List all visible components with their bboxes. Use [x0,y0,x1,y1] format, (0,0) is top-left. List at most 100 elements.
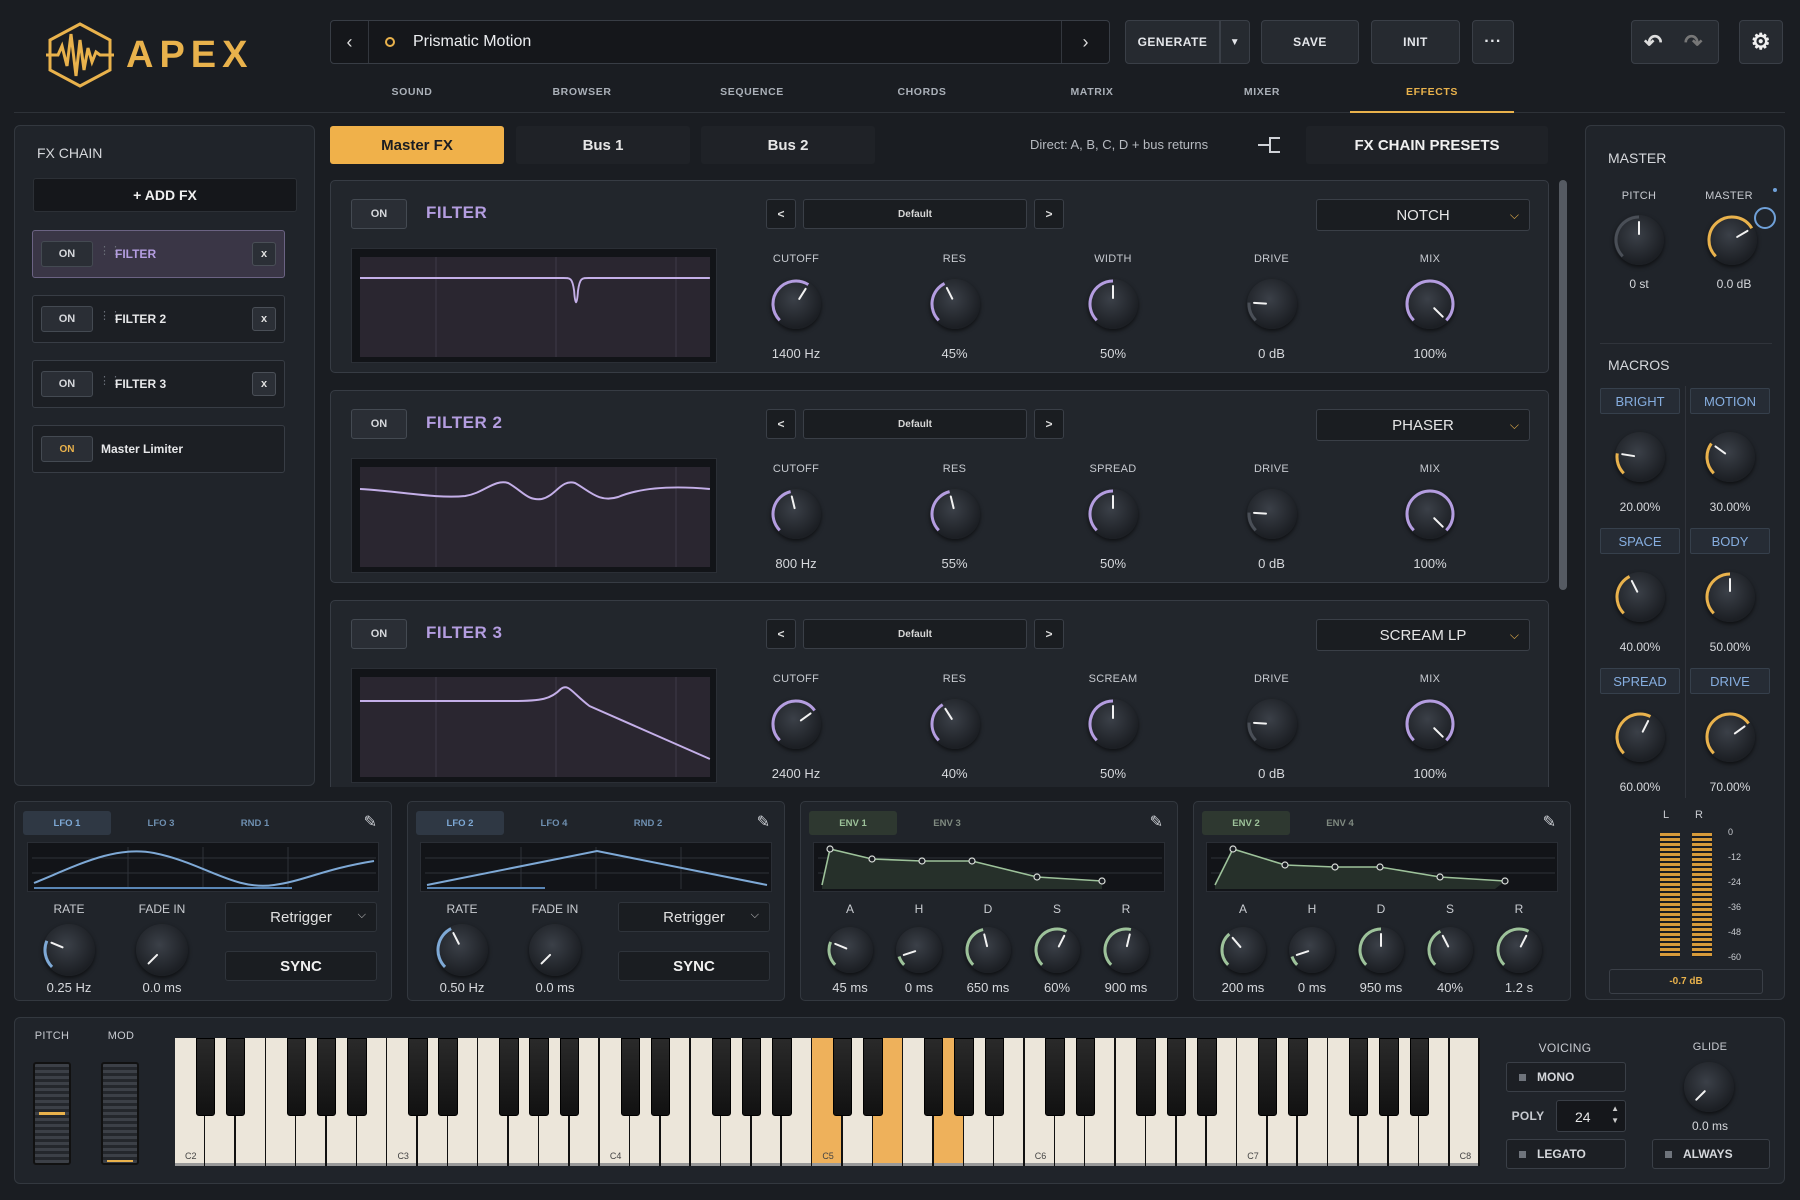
tab-mixer[interactable]: MIXER [1202,86,1322,98]
param-knob-res[interactable] [929,489,980,539]
macro-label-spread[interactable]: SPREAD [1600,668,1680,694]
next-fx-preset-button[interactable]: > [1034,199,1064,229]
remove-fx-button[interactable]: x [252,372,276,396]
envelope-knob-r[interactable] [1496,927,1542,973]
envelope-knob-s[interactable] [1034,927,1080,973]
param-knob-width[interactable] [1088,279,1138,329]
macro-label-bright[interactable]: BRIGHT [1600,388,1680,414]
piano-black-key[interactable] [559,1038,580,1116]
legato-toggle[interactable]: LEGATO [1506,1139,1626,1169]
tab-sound[interactable]: SOUND [352,86,472,98]
save-button[interactable]: SAVE [1261,20,1359,64]
piano-black-key[interactable] [1288,1038,1308,1116]
lfo-tab[interactable]: LFO 4 [510,811,598,835]
piano-black-key[interactable] [1197,1038,1217,1116]
macro-label-body[interactable]: BODY [1690,528,1770,554]
macro-knob-bright[interactable] [1615,432,1665,482]
next-preset-button[interactable]: › [1061,21,1109,63]
pitch-wheel[interactable] [33,1062,71,1165]
param-knob-scream[interactable] [1088,699,1138,749]
next-fx-preset-button[interactable]: > [1034,409,1064,439]
envelope-knob-a[interactable] [1220,927,1266,973]
section-on-toggle[interactable]: ON [351,409,407,439]
lfo-fade-knob[interactable] [136,924,188,976]
envelope-knob-d[interactable] [1358,927,1404,973]
prev-fx-preset-button[interactable]: < [766,619,796,649]
generate-button[interactable]: GENERATE [1125,20,1220,64]
piano-black-key[interactable] [1348,1038,1369,1116]
envelope-knob-r[interactable] [1103,927,1149,973]
retrigger-select[interactable]: Retrigger ⌵ [225,902,377,932]
stepper-icon[interactable]: ▲ ▼ [1611,1103,1619,1127]
piano-black-key[interactable] [225,1038,246,1116]
macro-knob-motion[interactable] [1705,432,1755,482]
envelope-tab[interactable]: ENV 3 [903,811,991,835]
piano-black-key[interactable] [317,1038,337,1116]
piano-black-key[interactable] [711,1038,731,1116]
glide-knob[interactable] [1684,1062,1734,1112]
fx-on-toggle[interactable]: ON [41,371,93,397]
envelope-knob-h[interactable] [896,927,942,973]
master-volume-knob[interactable] [1707,215,1757,265]
section-on-toggle[interactable]: ON [351,619,407,649]
tab-chords[interactable]: CHORDS [862,86,982,98]
piano-black-key[interactable] [195,1038,216,1116]
prev-fx-preset-button[interactable]: < [766,409,796,439]
piano-black-key[interactable] [529,1038,549,1116]
add-fx-button[interactable]: + ADD FX [33,178,297,212]
param-knob-drive[interactable] [1246,279,1297,329]
lfo-tab[interactable]: RND 2 [604,811,692,835]
edit-pencil-icon[interactable]: ✎ [1150,812,1163,832]
fx-chain-item-filter[interactable]: ON ⋮⋮ FILTER x [32,230,285,278]
piano-black-key[interactable] [650,1038,671,1116]
more-button[interactable]: ··· [1472,20,1514,64]
piano-black-key[interactable] [1379,1038,1399,1116]
drag-handle-icon[interactable]: ⋮⋮ [99,311,121,327]
param-knob-mix[interactable] [1405,699,1455,749]
param-knob-mix[interactable] [1405,489,1455,539]
lfo-rate-knob[interactable] [43,924,95,976]
lfo-rate-knob[interactable] [436,924,488,976]
piano-black-key[interactable] [772,1038,792,1116]
sync-button[interactable]: SYNC [618,951,770,981]
param-knob-drive[interactable] [1246,699,1297,749]
lfo-tab[interactable]: LFO 1 [23,811,111,835]
piano-black-key[interactable] [954,1038,974,1116]
fx-chain-item-filter-3[interactable]: ON ⋮⋮ FILTER 3 x [32,360,285,408]
tab-effects[interactable]: EFFECTS [1372,86,1492,98]
piano-black-key[interactable] [408,1038,428,1116]
piano-black-key[interactable] [1166,1038,1187,1116]
preset-name[interactable]: Prismatic Motion [413,33,531,51]
piano-black-key[interactable] [832,1038,853,1116]
redo-icon[interactable]: ↷ [1684,30,1703,56]
fx-on-toggle[interactable]: ON [41,436,93,462]
fx-preset-field[interactable]: Default [803,199,1027,229]
lfo-fade-knob[interactable] [529,924,581,976]
fx-chain-item-master-limiter[interactable]: ON Master Limiter [32,425,285,473]
piano-black-key[interactable] [1257,1038,1278,1116]
fx-chain-item-filter-2[interactable]: ON ⋮⋮ FILTER 2 x [32,295,285,343]
fx-chain-presets-button[interactable]: FX CHAIN PRESETS [1306,126,1548,164]
prev-fx-preset-button[interactable]: < [766,199,796,229]
sync-button[interactable]: SYNC [225,951,377,981]
mono-toggle[interactable]: MONO [1506,1062,1626,1092]
filter-mode-select[interactable]: SCREAM LP ⌵ [1316,619,1530,651]
always-toggle[interactable]: ALWAYS [1652,1139,1770,1169]
bus-tab-master-fx[interactable]: Master FX [330,126,504,164]
next-fx-preset-button[interactable]: > [1034,619,1064,649]
fx-on-toggle[interactable]: ON [41,241,93,267]
lfo-tab[interactable]: LFO 2 [416,811,504,835]
param-knob-cutoff[interactable] [771,489,821,539]
envelope-knob-a[interactable] [827,927,873,973]
tab-browser[interactable]: BROWSER [522,86,642,98]
envelope-tab[interactable]: ENV 2 [1202,811,1290,835]
lfo-tab[interactable]: RND 1 [211,811,299,835]
piano-white-key[interactable] [1449,1038,1479,1166]
piano-black-key[interactable] [499,1038,519,1116]
macro-label-motion[interactable]: MOTION [1690,388,1770,414]
param-knob-res[interactable] [929,279,980,329]
lfo-tab[interactable]: LFO 3 [117,811,205,835]
param-knob-mix[interactable] [1405,279,1455,329]
tab-sequence[interactable]: SEQUENCE [692,86,812,98]
macro-label-drive[interactable]: DRIVE [1690,668,1770,694]
